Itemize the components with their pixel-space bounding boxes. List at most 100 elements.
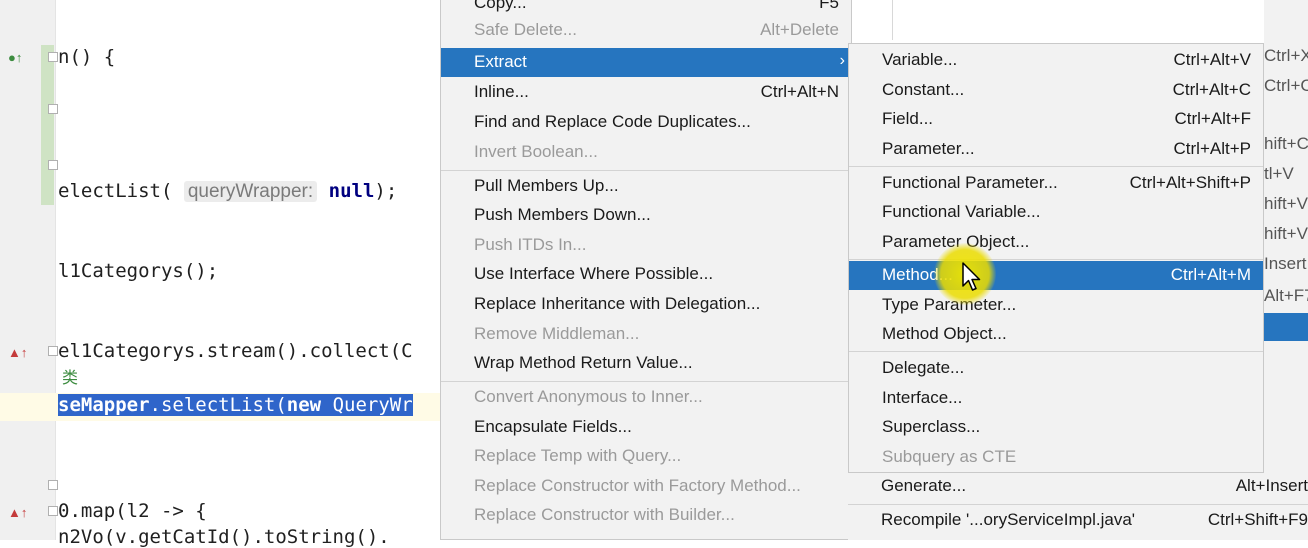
refactor-menu: Copy... F5 Safe Delete... Alt+Delete Extra… [440,0,852,540]
menu-item-subquery-cte[interactable]: Subquery as CTE [849,443,1263,472]
implement-method-icon[interactable]: ●↑ [8,50,22,65]
menu-item-extract[interactable]: Extract › [441,48,851,77]
mouse-pointer-icon [962,262,981,291]
menu-item-label: Interface... [882,388,963,407]
menu-item-label: Pull Members Up... [474,176,619,195]
menu-item-shortcut: Ctrl+Alt+Shift+P [1129,173,1251,192]
menu-item-invert-boolean[interactable]: Invert Boolean... [441,138,851,167]
menu-item-method[interactable]: Method... Ctrl+Alt+M [849,261,1263,290]
menu-item-label: Method Object... [882,324,1007,343]
menu-item-wrap-method-return[interactable]: Wrap Method Return Value... [441,349,851,378]
code-line[interactable]: n2Vo(v.getCatId().toString(). [58,526,390,548]
parameter-hint: queryWrapper: [183,181,318,202]
shortcut-label: Ctrl+X [1264,46,1308,65]
menu-item-replace-temp[interactable]: Replace Temp with Query... [441,442,851,471]
menu-item-label: Superclass... [882,417,981,436]
menu-item-shortcut: Alt+Delete [760,20,839,39]
menu-item-push-itds-in[interactable]: Push ITDs In... [441,231,851,260]
menu-item-label: Functional Variable... [882,202,1041,221]
menu-item-safe-delete[interactable]: Safe Delete... Alt+Delete [441,16,851,45]
menu-item-label: Replace Temp with Query... [474,446,682,465]
menu-separator [849,351,1263,352]
menu-item-label: Push Members Down... [474,205,651,224]
menu-item-find-replace-duplicates[interactable]: Find and Replace Code Duplicates... [441,108,851,137]
shortcut-label: hift+C [1264,134,1308,153]
shortcut-label: tl+V [1264,164,1294,183]
menu-item-label: Variable... [882,50,958,69]
menu-item-constant[interactable]: Constant... Ctrl+Alt+C [849,76,1263,105]
menu-item-replace-constructor-factory[interactable]: Replace Constructor with Factory Method.… [441,472,851,501]
code-text: electList( [58,180,184,202]
fold-icon[interactable] [48,160,58,170]
code-line[interactable]: el1Categorys.stream().collect(C [58,340,413,362]
menu-item-generate[interactable]: Generate... Alt+Insert [848,472,1308,501]
menu-item-parameter[interactable]: Parameter... Ctrl+Alt+P [849,135,1263,164]
menu-item-shortcut: F5 [819,0,839,12]
fold-icon[interactable] [48,480,58,490]
menu-item-field[interactable]: Field... Ctrl+Alt+F [849,105,1263,134]
menu-item-method-object[interactable]: Method Object... [849,320,1263,349]
menu-item-use-interface[interactable]: Use Interface Where Possible... [441,260,851,289]
menu-item-functional-variable[interactable]: Functional Variable... [849,198,1263,227]
menu-item-label: Generate... [881,476,967,495]
parent-menu-highlight [1264,313,1308,341]
code-line[interactable]: l1Categorys(); [58,260,218,282]
shortcut-label: Ctrl+C [1264,76,1308,95]
change-marker [41,45,54,205]
menu-item-interface[interactable]: Interface... [849,384,1263,413]
menu-item-label: Encapsulate Fields... [474,417,632,436]
menu-item-label: Functional Parameter... [882,173,1058,192]
keyword: null [328,180,375,202]
menu-item-label: Field... [882,109,934,128]
code-text: l1Categorys(); [58,260,219,282]
menu-item-pull-members-up[interactable]: Pull Members Up... [441,172,851,201]
menu-item-inline[interactable]: Inline... Ctrl+Alt+N [441,78,851,107]
menu-item-parameter-object[interactable]: Parameter Object... [849,228,1263,257]
code-text: 0.map(l2 -> { [58,500,207,522]
menu-item-shortcut: Ctrl+Shift+F9 [1207,510,1308,529]
menu-item-label: Delegate... [882,358,965,377]
comment-text: 类 [62,370,79,387]
code-line-selected[interactable]: seMapper.selectList(new QueryWr [58,394,413,416]
menu-item-label: Replace Inheritance with Delegation... [474,294,761,313]
code-line[interactable]: 0.map(l2 -> { [58,500,207,522]
menu-item-superclass[interactable]: Superclass... [849,413,1263,442]
menu-item-shortcut: Ctrl+Alt+P [1173,139,1251,158]
menu-item-variable[interactable]: Variable... Ctrl+Alt+V [849,46,1263,75]
selected-text: .selectList( [149,394,287,416]
menu-separator [441,381,851,382]
menu-item-delegate[interactable]: Delegate... [849,354,1263,383]
menu-item-type-parameter[interactable]: Type Parameter... [849,291,1263,320]
menu-item-convert-anonymous[interactable]: Convert Anonymous to Inner... [441,383,851,412]
menu-item-encapsulate-fields[interactable]: Encapsulate Fields... [441,413,851,442]
menu-item-label: Use Interface Where Possible... [474,264,714,283]
menu-item-label: Remove Middleman... [474,324,640,343]
submenu-arrow-icon: › [839,52,845,69]
fold-icon[interactable] [48,506,58,516]
fold-icon[interactable] [48,104,58,114]
menu-item-label: Safe Delete... [474,20,578,39]
menu-item-label: Subquery as CTE [882,447,1017,466]
menu-item-label: Push ITDs In... [474,235,587,254]
menu-item-push-members-down[interactable]: Push Members Down... [441,201,851,230]
menu-separator [848,504,1308,505]
menu-item-recompile[interactable]: Recompile '...oryServiceImpl.java' Ctrl+S… [848,506,1308,535]
menu-item-replace-inheritance[interactable]: Replace Inheritance with Delegation... [441,290,851,319]
selected-text: QueryWr [321,394,413,416]
editor-tab-area [848,0,1308,44]
fold-icon[interactable] [48,52,58,62]
selected-keyword: new [286,394,322,416]
menu-item-replace-constructor-builder[interactable]: Replace Constructor with Builder... [441,501,851,530]
code-line[interactable]: n() { [58,46,115,68]
shortcut-label: hift+V [1264,224,1308,243]
code-line[interactable]: electList( queryWrapper: null); [58,180,397,203]
menu-item-remove-middleman[interactable]: Remove Middleman... [441,320,851,349]
fold-icon[interactable] [48,346,58,356]
override-method-icon[interactable]: ▲↑ [8,505,27,520]
override-method-icon[interactable]: ▲↑ [8,345,27,360]
menu-item-label: Inline... [474,82,529,101]
menu-item-functional-parameter[interactable]: Functional Parameter... Ctrl+Alt+Shift+P [849,169,1263,198]
menu-separator [849,259,1263,260]
menu-item-shortcut: Ctrl+Alt+F [1174,109,1251,128]
menu-item-label: Replace Constructor with Builder... [474,505,735,524]
